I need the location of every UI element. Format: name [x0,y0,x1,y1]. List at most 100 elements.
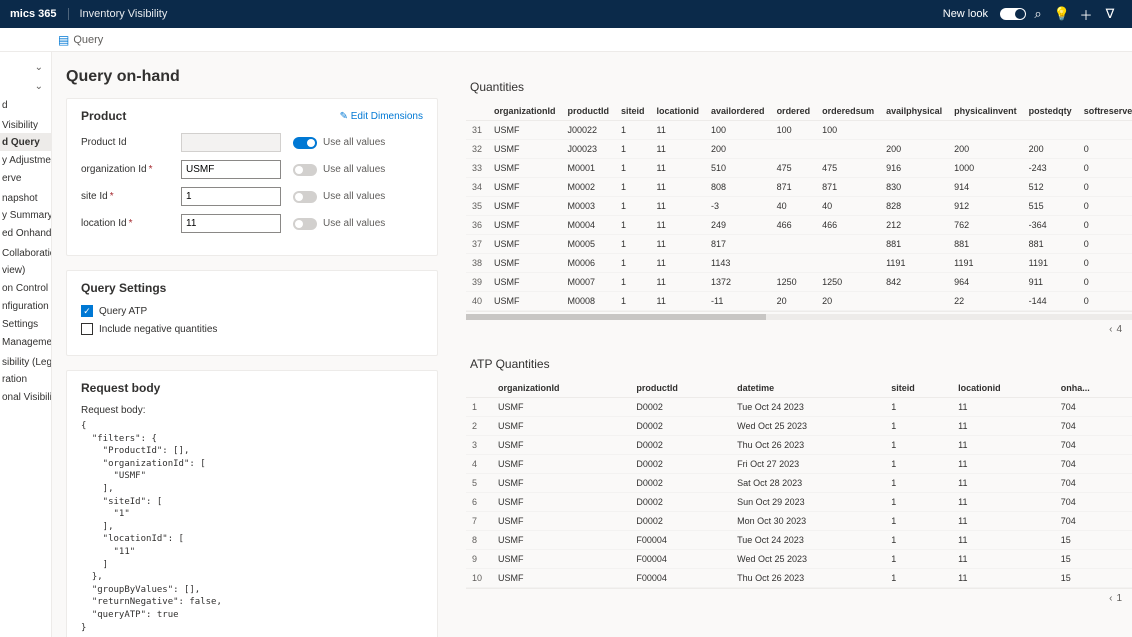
new-look-toggle[interactable] [1000,8,1026,20]
column-header[interactable]: organizationId [488,102,562,121]
atp-table-wrap[interactable]: organizationIdproductIddatetimesiteidloc… [466,379,1132,589]
location-id-useall-toggle[interactable] [293,218,317,230]
organization-id-useall-toggle[interactable] [293,164,317,176]
column-header[interactable]: locationid [952,379,1055,398]
filter-icon[interactable]: ∇ [1098,6,1122,22]
column-header[interactable]: organizationId [492,379,630,398]
horizontal-scrollbar[interactable] [466,314,1132,320]
column-header[interactable]: locationid [651,102,706,121]
product-id-input [181,133,281,152]
table-row[interactable]: 2USMFD0002Wed Oct 25 2023111704 [466,417,1132,436]
product-card-title: Product [81,109,126,123]
sidebar-group[interactable]: sibility (Legacy [0,351,51,370]
sidebar-item[interactable]: view) [0,261,51,279]
product-id-useall-toggle[interactable] [293,137,317,149]
sidebar-group[interactable]: Visibility [0,114,51,133]
quantities-table-wrap[interactable]: organizationIdproductIdsiteidlocationida… [466,102,1132,312]
pager-prev-icon[interactable]: ‹ [1109,324,1112,335]
cell: 704 [1055,455,1132,474]
sidebar-item[interactable]: ed Onhand [0,224,51,242]
column-header[interactable]: productId [562,102,616,121]
pager-prev-icon[interactable]: ‹ [1109,593,1112,604]
sidebar-item[interactable]: y Adjustment [0,151,51,169]
table-row[interactable]: 7USMFD0002Mon Oct 30 2023111704 [466,512,1132,531]
search-icon[interactable]: ⌕ [1026,6,1050,22]
idea-icon[interactable]: 💡 [1050,6,1074,22]
cell: 100 [816,121,880,140]
breadcrumb-text[interactable]: Query [73,34,103,46]
table-row[interactable]: 32USMFJ00023111200200200200000 [466,140,1132,159]
table-row[interactable]: 34USMFM0002111808871871830914512000 [466,178,1132,197]
sidebar-item-query[interactable]: d Query [0,133,51,151]
cell: 32 [466,140,488,159]
table-row[interactable]: 31USMFJ00022111100100100 [466,121,1132,140]
sidebar-item[interactable]: onal Visibility [0,388,51,406]
cell: M0002 [562,178,616,197]
cell: USMF [488,254,562,273]
cell: USMF [492,550,630,569]
sidebar-item[interactable]: d [0,96,51,114]
table-row[interactable]: 40USMFM0008111-11202022-144000 [466,292,1132,311]
column-header[interactable]: siteid [885,379,952,398]
cell: 40 [816,197,880,216]
sidebar-item[interactable]: ration [0,370,51,388]
include-negative-checkbox[interactable] [81,323,93,335]
sidebar-item[interactable]: Settings [0,315,51,333]
column-header[interactable]: ordered [771,102,817,121]
column-header[interactable]: postedqty [1023,102,1078,121]
table-row[interactable]: 39USMFM0007111137212501250842964911000 [466,273,1132,292]
cell [816,140,880,159]
cell [816,254,880,273]
column-header[interactable] [466,379,492,398]
column-header[interactable]: datetime [731,379,885,398]
cell: 10 [466,569,492,588]
sidebar-group[interactable]: Collaboration [0,242,51,261]
cell: 11 [952,436,1055,455]
table-row[interactable]: 8USMFF00004Tue Oct 24 202311115 [466,531,1132,550]
location-id-input[interactable] [181,214,281,233]
table-row[interactable]: 36USMFM0004111249466466212762-364000 [466,216,1132,235]
brand[interactable]: mics 365 [10,8,56,20]
table-row[interactable]: 5USMFD0002Sat Oct 28 2023111704 [466,474,1132,493]
organization-id-input[interactable] [181,160,281,179]
column-header[interactable] [466,102,488,121]
column-header[interactable]: availordered [705,102,771,121]
column-header[interactable]: onha... [1055,379,1132,398]
sidebar-item[interactable]: Management [0,333,51,351]
sidebar-item[interactable]: y Summary [0,206,51,224]
table-row[interactable]: 4USMFD0002Fri Oct 27 2023111704 [466,455,1132,474]
table-row[interactable]: 10USMFF00004Thu Oct 26 202311115 [466,569,1132,588]
table-row[interactable]: 6USMFD0002Sun Oct 29 2023111704 [466,493,1132,512]
sidebar-group[interactable]: napshot [0,187,51,206]
table-row[interactable]: 9USMFF00004Wed Oct 25 202311115 [466,550,1132,569]
column-header[interactable]: siteid [615,102,651,121]
site-id-input[interactable] [181,187,281,206]
cell: 11 [651,273,706,292]
column-header[interactable]: productId [630,379,731,398]
column-header[interactable]: softreserved [1078,102,1132,121]
cell: 0 [1078,273,1132,292]
query-settings-title: Query Settings [81,281,166,295]
chevron-down-icon[interactable]: ⌄ [0,58,51,77]
sidebar-item[interactable]: nfiguration [0,297,51,315]
table-row[interactable]: 37USMFM0005111817881881881000 [466,235,1132,254]
chevron-down-icon[interactable]: ⌄ [0,77,51,96]
query-atp-checkbox[interactable]: ✓ [81,305,93,317]
useall-label: Use all values [323,137,385,148]
column-header[interactable]: orderedsum [816,102,880,121]
sidebar-item[interactable]: on Control [0,279,51,297]
column-header[interactable]: physicalinvent [948,102,1023,121]
table-row[interactable]: 33USMFM00011115104754759161000-243000 [466,159,1132,178]
column-header[interactable]: availphysical [880,102,948,121]
cell: -243 [1023,159,1078,178]
sidebar-item[interactable]: erve [0,169,51,187]
site-id-useall-toggle[interactable] [293,191,317,203]
table-row[interactable]: 1USMFD0002Tue Oct 24 2023111704 [466,398,1132,417]
table-row[interactable]: 3USMFD0002Thu Oct 26 2023111704 [466,436,1132,455]
edit-dimensions-link[interactable]: Edit Dimensions [340,111,423,122]
cell: USMF [488,197,562,216]
add-icon[interactable]: ＋ [1074,5,1098,24]
cell: USMF [492,493,630,512]
table-row[interactable]: 35USMFM0003111-34040828912515000 [466,197,1132,216]
table-row[interactable]: 38USMFM00061111143119111911191000 [466,254,1132,273]
